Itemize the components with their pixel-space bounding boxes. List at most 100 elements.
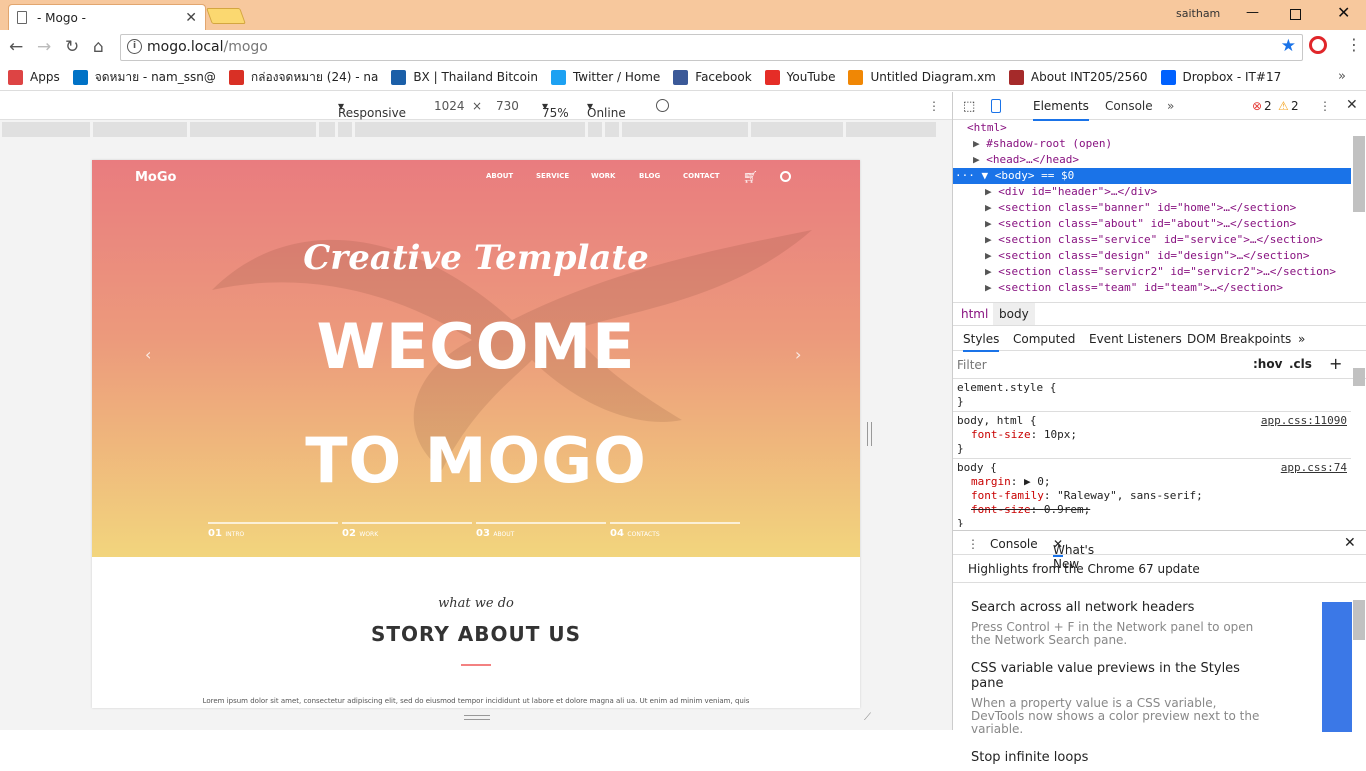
styles-tab[interactable]: Event Listeners <box>1089 332 1182 346</box>
user-profile[interactable]: saitham <box>1176 7 1220 20</box>
css-declaration[interactable]: margin: ▶ 0; <box>957 475 1347 489</box>
collapsed-triangle-icon[interactable]: ▶ <box>985 249 998 262</box>
error-icon[interactable]: ⊗ <box>1252 99 1262 113</box>
collapsed-triangle-icon[interactable]: ▶ <box>985 201 998 214</box>
browser-tab[interactable]: - Mogo - ✕ <box>8 4 206 30</box>
new-tab-button[interactable] <box>206 8 246 24</box>
carousel-next-icon[interactable]: › <box>795 345 801 364</box>
dom-node[interactable]: ▶ <section class="servicr2" id="servicr2… <box>953 264 1351 280</box>
dom-node[interactable]: ▶ <section class="design" id="design">…<… <box>953 248 1351 264</box>
zoom-select[interactable]: 75% ▾ <box>542 99 569 120</box>
drawer-close-icon[interactable]: ✕ <box>1344 535 1356 551</box>
css-declaration[interactable]: font-size: 0.9rem; <box>957 503 1347 517</box>
more-bookmarks-icon[interactable]: » <box>1338 69 1346 84</box>
site-nav-item[interactable]: CONTACT <box>683 172 720 180</box>
bookmark-star-icon[interactable]: ★ <box>1281 36 1296 56</box>
rotate-icon[interactable] <box>656 99 669 112</box>
bookmark-item[interactable]: BX | Thailand Bitcoin <box>391 69 538 85</box>
site-nav-item[interactable]: WORK <box>591 172 616 180</box>
media-query-bar[interactable] <box>2 122 950 137</box>
resize-handle-bottom[interactable] <box>464 715 490 720</box>
resize-corner-icon[interactable]: ⟋ <box>864 712 871 723</box>
url-text[interactable]: mogo.local/mogo <box>147 39 268 55</box>
breadcrumb-body[interactable]: body <box>993 303 1035 325</box>
css-declaration[interactable]: font-size: 10px; <box>957 428 1347 442</box>
carousel-prev-icon[interactable]: ‹ <box>145 345 151 364</box>
collapsed-triangle-icon[interactable]: ▶ <box>985 265 998 278</box>
styles-tab[interactable]: Computed <box>1013 332 1075 346</box>
bookmark-item[interactable]: About INT205/2560 <box>1008 69 1148 85</box>
bookmark-item[interactable]: Dropbox - IT#17 <box>1160 69 1281 85</box>
viewport-width-input[interactable]: 1024 <box>434 99 465 113</box>
news-title[interactable]: Search across all network headers <box>971 600 1271 615</box>
styles-tab[interactable]: Styles <box>963 332 1000 352</box>
devtools-close-icon[interactable]: ✕ <box>1346 97 1358 113</box>
css-selector[interactable]: body, html { <box>957 414 1036 427</box>
bookmark-item[interactable]: Apps <box>8 69 60 85</box>
warning-icon[interactable]: ⚠ <box>1278 99 1289 113</box>
slide-indicator[interactable]: 04 CONTACTS <box>610 522 740 539</box>
css-source-link[interactable]: app.css:74 <box>1281 461 1347 475</box>
menu-dots-icon[interactable]: ⋮ <box>1346 35 1362 54</box>
search-icon[interactable] <box>780 171 791 182</box>
site-nav-item[interactable]: ABOUT <box>486 172 513 180</box>
reload-icon[interactable]: ↻ <box>65 37 79 57</box>
dom-node[interactable]: <html> <box>953 120 1351 136</box>
more-tabs-icon[interactable]: » <box>1167 99 1174 113</box>
bookmark-item[interactable]: Facebook <box>673 69 752 85</box>
devtools-menu-icon[interactable]: ⋮ <box>1319 99 1331 113</box>
dom-node[interactable]: ▶ <section class="service" id="service">… <box>953 232 1351 248</box>
address-bar[interactable]: i mogo.local/mogo ★ <box>120 34 1303 61</box>
drawer-tab-console[interactable]: Console <box>990 537 1038 551</box>
tab-elements[interactable]: Elements <box>1033 99 1089 121</box>
forward-arrow-icon[interactable]: → <box>37 37 51 57</box>
info-icon[interactable]: i <box>127 39 142 54</box>
slide-indicator[interactable]: 02 WORK <box>342 522 472 539</box>
device-toggle-icon[interactable] <box>991 99 1001 113</box>
close-tab-icon[interactable]: ✕ <box>185 10 197 26</box>
styles-filter-input[interactable] <box>957 355 1243 375</box>
dom-scrollbar[interactable] <box>1353 136 1365 212</box>
viewport-height-input[interactable]: 730 <box>496 99 519 113</box>
collapsed-triangle-icon[interactable]: ▶ <box>985 185 998 198</box>
dom-node[interactable]: ▶ <section class="about" id="about">…</s… <box>953 216 1351 232</box>
restore-icon[interactable] <box>1290 9 1301 20</box>
collapsed-triangle-icon[interactable]: ▶ <box>985 217 998 230</box>
bookmark-item[interactable]: Twitter / Home <box>550 69 660 85</box>
site-nav-item[interactable]: BLOG <box>639 172 660 180</box>
css-selector[interactable]: body { <box>957 461 997 474</box>
device-menu-icon[interactable]: ⋮ <box>928 99 940 113</box>
opera-icon[interactable] <box>1309 36 1327 54</box>
error-count[interactable]: 2 <box>1264 99 1272 113</box>
bookmark-item[interactable]: YouTube <box>764 69 835 85</box>
css-selector[interactable]: element.style { <box>957 381 1056 394</box>
drawer-tab-whats-new[interactable]: What's New ✕ <box>1053 537 1094 571</box>
styles-tab[interactable]: DOM Breakpoints <box>1187 332 1291 346</box>
drawer-menu-icon[interactable]: ⋮ <box>967 537 979 551</box>
bookmark-item[interactable]: จดหมาย - nam_ssn@ <box>72 68 216 87</box>
resize-handle-right[interactable] <box>867 422 872 446</box>
dom-node[interactable]: ··· ▼ <body> == $0 <box>953 168 1351 184</box>
site-logo[interactable]: MoGo <box>135 170 176 185</box>
cls-toggle[interactable]: .cls <box>1289 357 1312 371</box>
breadcrumb-html[interactable]: html <box>961 307 988 321</box>
back-arrow-icon[interactable]: ← <box>9 37 23 57</box>
throttle-select[interactable]: Online ▾ <box>587 99 626 120</box>
dom-node[interactable]: ▶ <section class="team" id="team">…</sec… <box>953 280 1351 296</box>
new-rule-icon[interactable]: + <box>1329 354 1342 373</box>
collapsed-triangle-icon[interactable]: ▶ <box>985 233 998 246</box>
cart-icon[interactable]: 🛒︎ <box>743 170 758 184</box>
tab-console[interactable]: Console <box>1105 99 1153 113</box>
close-window-icon[interactable]: ✕ <box>1337 3 1350 22</box>
bookmark-item[interactable]: กล่องจดหมาย (24) - na <box>228 68 378 87</box>
bookmark-item[interactable]: Untitled Diagram.xm <box>848 69 996 85</box>
drawer-scrollbar[interactable] <box>1353 600 1365 640</box>
warning-count[interactable]: 2 <box>1291 99 1299 113</box>
dom-node[interactable]: ▶ <head>…</head> <box>953 152 1351 168</box>
expanded-triangle-icon[interactable]: ··· ▼ <box>955 169 995 182</box>
collapsed-triangle-icon[interactable]: ▶ <box>973 137 986 150</box>
minimize-icon[interactable]: — <box>1246 5 1259 20</box>
home-icon[interactable]: ⌂ <box>93 37 104 57</box>
device-mode-select[interactable]: Responsive ▾ <box>338 99 406 120</box>
dom-node[interactable]: ▶ <section class="banner" id="home">…</s… <box>953 200 1351 216</box>
